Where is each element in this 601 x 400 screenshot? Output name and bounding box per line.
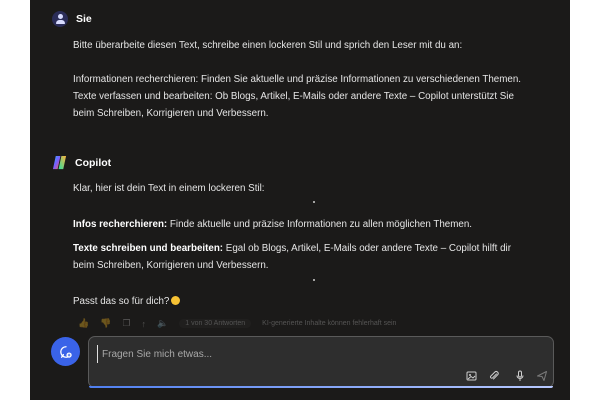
- new-chat-icon: [59, 345, 72, 358]
- copilot-name: Copilot: [75, 156, 112, 169]
- item2-heading: Texte schreiben und bearbeiten:: [73, 243, 224, 254]
- message-composer: [88, 336, 554, 388]
- divider-dot: [313, 279, 315, 281]
- user-name: Sie: [76, 13, 92, 25]
- attach-button[interactable]: [487, 369, 501, 383]
- response-counter: 1 von 30 Antworten: [179, 319, 252, 328]
- copilot-item-2: Texte schreiben und bearbeiten: Egal ob …: [73, 240, 523, 274]
- send-icon: [537, 371, 547, 381]
- user-avatar: [52, 11, 68, 27]
- copilot-intro: Klar, hier ist dein Text in einem locker…: [73, 183, 265, 194]
- copilot-closing: Passt das so für dich?: [73, 293, 523, 310]
- item1-text: Finde aktuelle und präzise Informationen…: [167, 219, 472, 230]
- user-paragraph: Bitte überarbeite diesen Text, schreibe …: [73, 40, 463, 51]
- item1-heading: Infos recherchieren:: [73, 219, 168, 230]
- user-message-text: Bitte überarbeite diesen Text, schreibe …: [73, 37, 523, 122]
- user-paragraph: Informationen recherchieren: Finden Sie …: [73, 74, 522, 85]
- copilot-message-text: Klar, hier ist dein Text in einem locker…: [73, 180, 523, 197]
- ai-disclaimer: KI-generierte Inhalte können fehlerhaft …: [262, 320, 397, 327]
- user-paragraph: Texte verfassen und bearbeiten: Ob Blogs…: [73, 91, 514, 119]
- divider-dot: [313, 201, 315, 203]
- microphone-icon: [516, 370, 524, 381]
- copy-icon[interactable]: ❐: [122, 318, 130, 329]
- image-icon: [466, 371, 477, 381]
- closing-text: Passt das so für dich?: [73, 296, 170, 307]
- message-actions: 👍 👎 ❐ ↑ 🔈 1 von 30 Antworten KI-generier…: [78, 318, 396, 329]
- share-icon[interactable]: ↑: [142, 319, 147, 329]
- microphone-button[interactable]: [513, 369, 527, 383]
- image-upload-button[interactable]: [465, 369, 479, 383]
- speaker-icon[interactable]: 🔈: [157, 318, 168, 329]
- paperclip-icon: [489, 371, 499, 380]
- thumbs-down-icon[interactable]: 👎: [100, 318, 111, 329]
- copilot-message-header: Copilot: [52, 155, 111, 170]
- smiley-emoji-icon: [171, 296, 181, 305]
- chat-input[interactable]: [97, 345, 484, 363]
- thumbs-up-icon[interactable]: 👍: [78, 318, 89, 329]
- chat-window: Sie Bitte überarbeite diesen Text, schre…: [30, 0, 570, 400]
- new-topic-button[interactable]: [51, 337, 80, 366]
- copilot-item-1: Infos recherchieren: Finde aktuelle und …: [73, 216, 523, 233]
- composer-focus-line: [89, 386, 553, 388]
- copilot-logo-icon: [52, 155, 67, 170]
- user-message-header: Sie: [52, 11, 92, 27]
- send-button[interactable]: [535, 369, 549, 383]
